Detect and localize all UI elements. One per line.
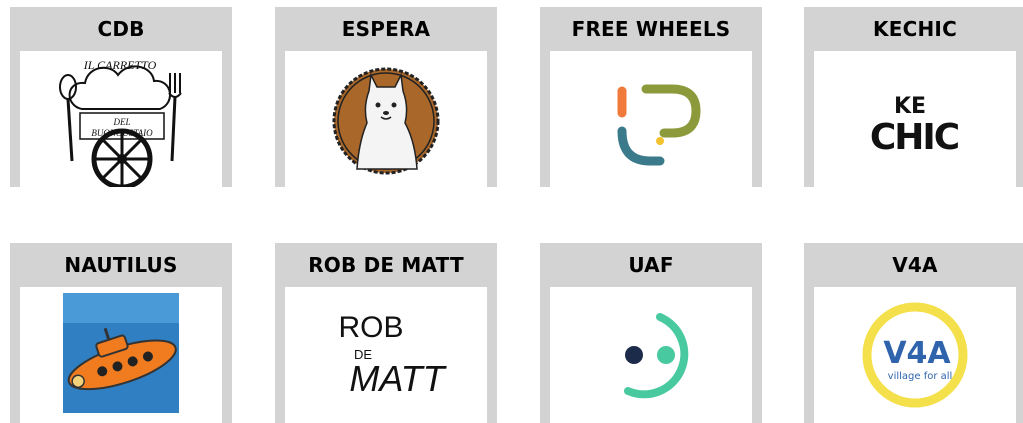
svg-text:DEL: DEL bbox=[112, 117, 130, 127]
svg-text:MATT: MATT bbox=[349, 358, 447, 399]
card-v4a[interactable]: V4A V4A village for all bbox=[804, 243, 1023, 423]
cdb-logo-icon: IL CARRETTO DEL BUONGUSTAIO bbox=[59, 58, 182, 187]
svg-text:KE: KE bbox=[894, 94, 926, 119]
svg-text:BUONGUSTAIO: BUONGUSTAIO bbox=[91, 128, 153, 138]
logo-nautilus bbox=[20, 287, 222, 423]
card-title-rob-de-matt: ROB DE MATT bbox=[308, 253, 464, 277]
card-nautilus[interactable]: NAUTILUS bbox=[10, 243, 232, 423]
card-rob-de-matt[interactable]: ROB DE MATT ROB DE MATT bbox=[275, 243, 497, 423]
logo-espera bbox=[285, 51, 487, 187]
partner-logo-grid: CDB IL CARRETTO DEL BUONGUSTAIO ESPERA F… bbox=[0, 0, 1023, 423]
svg-text:village for all: village for all bbox=[888, 371, 953, 382]
svg-text:CHIC: CHIC bbox=[870, 117, 959, 158]
card-title-uaf: UAF bbox=[628, 253, 674, 277]
logo-cdb: IL CARRETTO DEL BUONGUSTAIO bbox=[20, 51, 222, 187]
logo-rob-de-matt: ROB DE MATT bbox=[285, 287, 487, 423]
svg-text:IL CARRETTO: IL CARRETTO bbox=[83, 58, 157, 72]
uaf-smile-icon bbox=[624, 313, 689, 399]
logo-uaf bbox=[550, 287, 752, 423]
card-title-v4a: V4A bbox=[892, 253, 938, 277]
card-title-kechic: KECHIC bbox=[873, 17, 957, 41]
rob-de-matt-logo-icon: ROB DE MATT bbox=[338, 311, 447, 399]
card-kechic[interactable]: KECHIC KE CHIC bbox=[804, 7, 1023, 187]
svg-text:V4A: V4A bbox=[883, 336, 951, 371]
logo-free-wheels bbox=[550, 51, 752, 187]
card-title-free-wheels: FREE WHEELS bbox=[571, 17, 731, 41]
llama-icon bbox=[332, 67, 440, 175]
card-title-nautilus: NAUTILUS bbox=[64, 253, 178, 277]
card-title-espera: ESPERA bbox=[341, 17, 431, 41]
card-cdb[interactable]: CDB IL CARRETTO DEL BUONGUSTAIO bbox=[10, 7, 232, 187]
free-wheels-icon bbox=[617, 84, 701, 166]
card-title-cdb: CDB bbox=[97, 17, 145, 41]
submarine-icon bbox=[63, 293, 179, 413]
svg-text:ROB: ROB bbox=[338, 311, 403, 344]
card-espera[interactable]: ESPERA bbox=[275, 7, 497, 187]
logo-v4a: V4A village for all bbox=[814, 287, 1016, 423]
card-free-wheels[interactable]: FREE WHEELS bbox=[540, 7, 762, 187]
card-uaf[interactable]: UAF bbox=[540, 243, 762, 423]
logo-kechic: KE CHIC bbox=[814, 51, 1016, 187]
v4a-logo-icon: V4A village for all bbox=[862, 302, 968, 408]
kechic-logo-icon: KE CHIC bbox=[870, 94, 961, 158]
